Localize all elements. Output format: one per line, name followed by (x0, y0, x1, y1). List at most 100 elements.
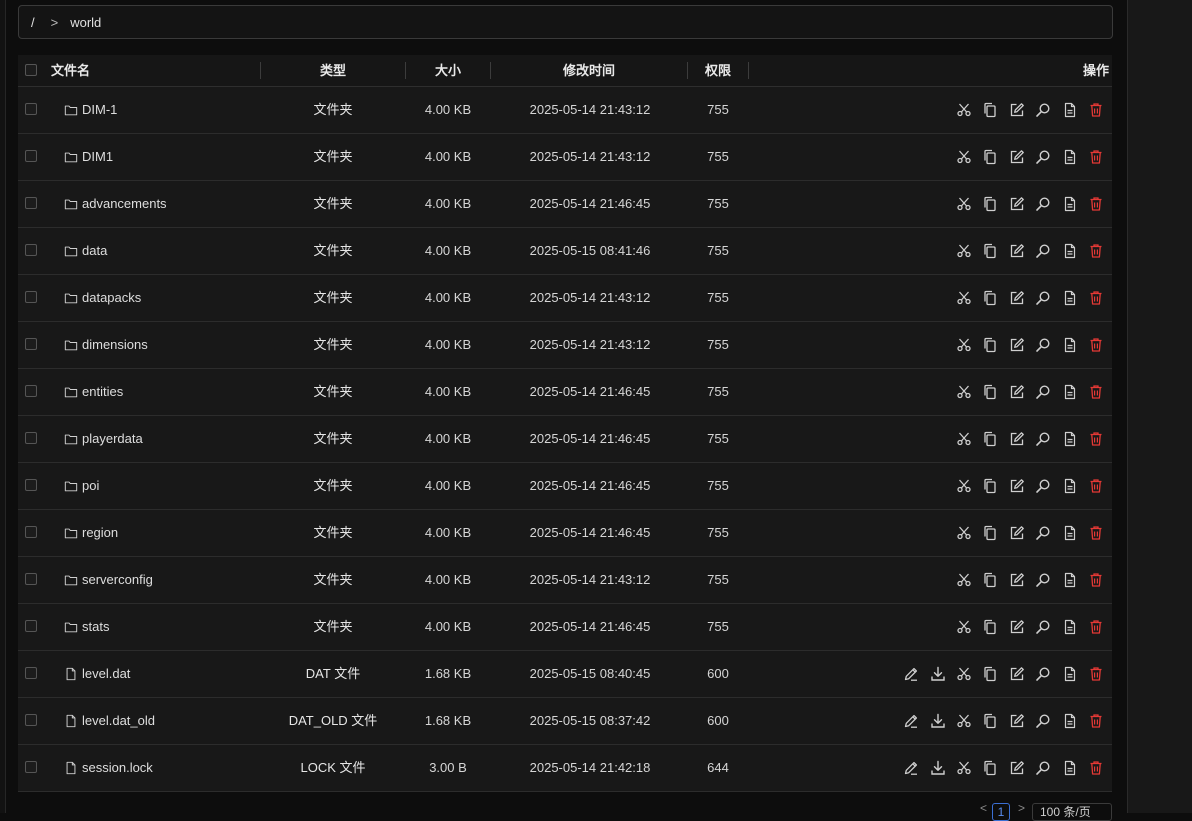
page-number-button[interactable]: 1 (992, 803, 1010, 821)
file-name[interactable]: stats (82, 604, 109, 650)
edit-button[interactable] (903, 666, 919, 682)
cut-button[interactable] (956, 102, 972, 118)
rename-button[interactable] (1009, 525, 1025, 541)
file-name-cell[interactable]: data (64, 228, 107, 274)
search-button[interactable] (1035, 713, 1051, 729)
rename-button[interactable] (1009, 572, 1025, 588)
file-name[interactable]: level.dat (82, 651, 130, 697)
delete-button[interactable] (1088, 384, 1104, 400)
copy-button[interactable] (982, 243, 998, 259)
edit-button[interactable] (903, 713, 919, 729)
search-button[interactable] (1035, 290, 1051, 306)
page-size-select[interactable]: 100 条/页 (1032, 803, 1112, 821)
table-row[interactable]: DIM-1 文件夹 4.00 KB 2025-05-14 21:43:12 755 (18, 87, 1112, 134)
cut-button[interactable] (956, 666, 972, 682)
copy-button[interactable] (982, 478, 998, 494)
details-button[interactable] (1062, 760, 1078, 776)
rename-button[interactable] (1009, 196, 1025, 212)
row-checkbox[interactable] (25, 103, 37, 115)
copy-button[interactable] (982, 431, 998, 447)
delete-button[interactable] (1088, 619, 1104, 635)
details-button[interactable] (1062, 619, 1078, 635)
breadcrumb-root[interactable]: / (31, 15, 35, 30)
cut-button[interactable] (956, 525, 972, 541)
file-name[interactable]: serverconfig (82, 557, 153, 603)
rename-button[interactable] (1009, 431, 1025, 447)
details-button[interactable] (1062, 196, 1078, 212)
details-button[interactable] (1062, 290, 1078, 306)
table-row[interactable]: session.lock LOCK 文件 3.00 B 2025-05-14 21:4… (18, 745, 1112, 792)
delete-button[interactable] (1088, 525, 1104, 541)
row-checkbox[interactable] (25, 291, 37, 303)
search-button[interactable] (1035, 760, 1051, 776)
cut-button[interactable] (956, 196, 972, 212)
download-button[interactable] (930, 666, 946, 682)
row-checkbox[interactable] (25, 197, 37, 209)
table-row[interactable]: playerdata 文件夹 4.00 KB 2025-05-14 21:46:45 7… (18, 416, 1112, 463)
delete-button[interactable] (1088, 243, 1104, 259)
details-button[interactable] (1062, 525, 1078, 541)
table-row[interactable]: entities 文件夹 4.00 KB 2025-05-14 21:46:45 755 (18, 369, 1112, 416)
search-button[interactable] (1035, 525, 1051, 541)
file-name[interactable]: region (82, 510, 118, 556)
delete-button[interactable] (1088, 478, 1104, 494)
copy-button[interactable] (982, 619, 998, 635)
row-checkbox[interactable] (25, 385, 37, 397)
file-name[interactable]: playerdata (82, 416, 143, 462)
details-button[interactable] (1062, 384, 1078, 400)
cut-button[interactable] (956, 478, 972, 494)
search-button[interactable] (1035, 102, 1051, 118)
table-row[interactable]: stats 文件夹 4.00 KB 2025-05-14 21:46:45 755 (18, 604, 1112, 651)
file-name-cell[interactable]: playerdata (64, 416, 143, 462)
rename-button[interactable] (1009, 290, 1025, 306)
cut-button[interactable] (956, 149, 972, 165)
rename-button[interactable] (1009, 102, 1025, 118)
header-modified[interactable]: 修改时间 (491, 55, 687, 86)
details-button[interactable] (1062, 102, 1078, 118)
search-button[interactable] (1035, 431, 1051, 447)
delete-button[interactable] (1088, 337, 1104, 353)
row-checkbox[interactable] (25, 432, 37, 444)
details-button[interactable] (1062, 149, 1078, 165)
file-name-cell[interactable]: DIM-1 (64, 87, 117, 133)
cut-button[interactable] (956, 243, 972, 259)
rename-button[interactable] (1009, 149, 1025, 165)
search-button[interactable] (1035, 478, 1051, 494)
header-size[interactable]: 大小 (406, 55, 490, 86)
delete-button[interactable] (1088, 713, 1104, 729)
file-name[interactable]: datapacks (82, 275, 141, 321)
copy-button[interactable] (982, 713, 998, 729)
file-name[interactable]: DIM1 (82, 134, 113, 180)
file-name-cell[interactable]: poi (64, 463, 99, 509)
next-page-button[interactable]: > (1018, 801, 1025, 821)
search-button[interactable] (1035, 666, 1051, 682)
file-name-cell[interactable]: advancements (64, 181, 167, 227)
file-name-cell[interactable]: dimensions (64, 322, 148, 368)
file-name-cell[interactable]: entities (64, 369, 123, 415)
details-button[interactable] (1062, 431, 1078, 447)
header-type[interactable]: 类型 (260, 55, 406, 86)
file-name-cell[interactable]: level.dat (64, 651, 130, 697)
row-checkbox[interactable] (25, 244, 37, 256)
row-checkbox[interactable] (25, 761, 37, 773)
row-checkbox[interactable] (25, 479, 37, 491)
rename-button[interactable] (1009, 337, 1025, 353)
prev-page-button[interactable]: < (980, 801, 987, 821)
copy-button[interactable] (982, 760, 998, 776)
file-name-cell[interactable]: stats (64, 604, 109, 650)
row-checkbox[interactable] (25, 667, 37, 679)
delete-button[interactable] (1088, 666, 1104, 682)
copy-button[interactable] (982, 149, 998, 165)
rename-button[interactable] (1009, 478, 1025, 494)
copy-button[interactable] (982, 525, 998, 541)
cut-button[interactable] (956, 337, 972, 353)
file-name[interactable]: poi (82, 463, 99, 509)
rename-button[interactable] (1009, 243, 1025, 259)
rename-button[interactable] (1009, 666, 1025, 682)
copy-button[interactable] (982, 337, 998, 353)
cut-button[interactable] (956, 713, 972, 729)
file-name[interactable]: session.lock (82, 745, 153, 791)
details-button[interactable] (1062, 243, 1078, 259)
copy-button[interactable] (982, 572, 998, 588)
rename-button[interactable] (1009, 713, 1025, 729)
